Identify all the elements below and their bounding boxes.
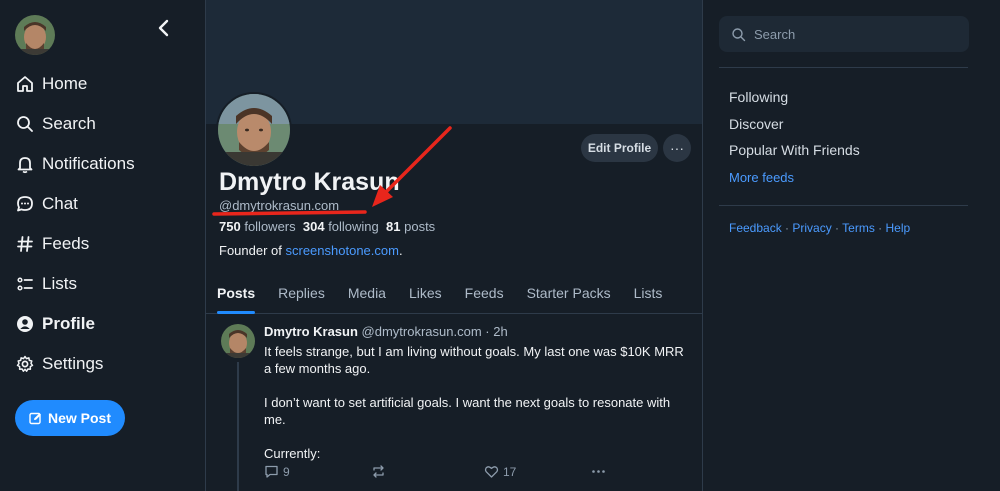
user-circle-icon — [17, 316, 33, 332]
profile-more-button[interactable]: ··· — [663, 134, 691, 162]
reply-button[interactable]: 9 — [264, 464, 290, 479]
new-post-label: New Post — [47, 410, 111, 426]
repost-icon — [373, 465, 384, 478]
thread-line — [237, 362, 239, 491]
more-dots-icon — [592, 470, 605, 473]
user-avatar[interactable] — [15, 15, 55, 55]
feed-link-popular-with-friends[interactable]: Popular With Friends — [729, 142, 860, 158]
help-link[interactable]: Help — [886, 221, 911, 235]
search-input[interactable]: Search — [719, 16, 969, 52]
nav-home-label: Home — [42, 74, 88, 93]
nav-chat[interactable]: Chat — [15, 184, 135, 224]
chat-icon — [17, 196, 33, 212]
profile-tabs: Posts Replies Media Likes Feeds Starter … — [206, 274, 702, 314]
nav-search[interactable]: Search — [15, 104, 135, 144]
chevron-left-icon — [158, 19, 169, 37]
bell-icon — [17, 157, 33, 174]
reply-count: 9 — [283, 464, 290, 479]
tab-posts[interactable]: Posts — [217, 274, 256, 314]
profile-column: Edit Profile ··· Dmytro Krasun @dmytrokr… — [205, 0, 703, 491]
posts-label: posts — [404, 219, 436, 234]
repost-button[interactable] — [371, 464, 390, 479]
nav-settings[interactable]: Settings — [15, 344, 135, 384]
reply-icon — [265, 465, 278, 478]
post-more-button[interactable] — [591, 464, 610, 479]
more-dots-icon: ··· — [670, 140, 684, 156]
right-sidebar: Search Following Discover Popular With F… — [703, 0, 1000, 491]
heart-icon — [484, 466, 499, 478]
feed-link-discover[interactable]: Discover — [729, 116, 783, 132]
new-post-button[interactable]: New Post — [15, 400, 125, 436]
main-nav: Home Search Notifications Chat Feeds Lis… — [15, 64, 135, 384]
post-paragraph: Currently: — [264, 446, 321, 461]
terms-link[interactable]: Terms — [842, 221, 875, 235]
hash-icon — [17, 236, 33, 252]
nav-profile-label: Profile — [42, 314, 95, 333]
post-paragraph: It feels strange, but I am living withou… — [264, 344, 684, 376]
post-body[interactable]: It feels strange, but I am living withou… — [264, 343, 694, 479]
more-feeds-link[interactable]: More feeds — [729, 170, 794, 185]
tab-lists[interactable]: Lists — [634, 274, 663, 314]
left-sidebar: Home Search Notifications Chat Feeds Lis… — [0, 0, 205, 491]
nav-lists-label: Lists — [42, 274, 77, 293]
post-paragraph: I don’t want to set artificial goals. I … — [264, 395, 671, 427]
post-actions: 9 17 — [264, 464, 605, 482]
tab-media[interactable]: Media — [348, 274, 386, 314]
following-count: 304 — [302, 219, 325, 234]
tab-feeds[interactable]: Feeds — [465, 274, 504, 314]
profile-display-name: Dmytro Krasun — [219, 168, 400, 196]
collapse-sidebar-button[interactable] — [154, 16, 174, 40]
nav-chat-label: Chat — [42, 194, 78, 213]
bio-prefix: Founder of — [219, 243, 286, 258]
following-link[interactable]: 304 following — [303, 219, 379, 234]
nav-settings-label: Settings — [42, 354, 104, 373]
footer-separator: · — [781, 221, 793, 235]
footer-separator: · — [874, 221, 886, 235]
nav-search-label: Search — [42, 114, 96, 133]
nav-lists[interactable]: Lists — [15, 264, 135, 304]
bio-link[interactable]: screenshotone.com — [286, 243, 399, 258]
profile-bio: Founder of screenshotone.com. — [219, 243, 403, 258]
nav-notifications[interactable]: Notifications — [15, 144, 135, 184]
feedback-link[interactable]: Feedback — [729, 221, 782, 235]
footer-separator: · — [831, 221, 843, 235]
profile-avatar[interactable] — [216, 92, 292, 168]
tab-replies[interactable]: Replies — [278, 274, 325, 314]
tab-starter-packs[interactable]: Starter Packs — [527, 274, 611, 314]
nav-profile[interactable]: Profile — [15, 304, 135, 344]
privacy-link[interactable]: Privacy — [792, 221, 831, 235]
profile-handle: @dmytrokrasun.com — [219, 198, 340, 213]
followers-label: followers — [244, 219, 296, 234]
post-author-name[interactable]: Dmytro Krasun — [264, 324, 358, 339]
post-author-avatar[interactable] — [221, 324, 255, 358]
search-placeholder: Search — [754, 26, 796, 42]
list-icon — [17, 277, 33, 291]
edit-profile-button[interactable]: Edit Profile — [581, 134, 658, 162]
footer-links: Feedback · Privacy · Terms · Help — [729, 221, 910, 235]
divider — [719, 205, 968, 206]
following-label: following — [328, 219, 379, 234]
like-count: 17 — [503, 464, 517, 479]
post-header: Dmytro Krasun @dmytrokrasun.com · 2h — [264, 324, 508, 339]
search-icon — [17, 116, 33, 132]
post-handle-time: @dmytrokrasun.com · 2h — [361, 324, 508, 339]
followers-count: 750 — [219, 219, 241, 234]
nav-notifications-label: Notifications — [42, 154, 135, 173]
search-icon — [732, 27, 746, 41]
profile-stats: 750 followers 304 following 81 posts — [219, 219, 435, 234]
feed-link-following[interactable]: Following — [729, 89, 788, 105]
edit-profile-label: Edit Profile — [587, 141, 652, 155]
followers-link[interactable]: 750 followers — [219, 219, 296, 234]
bio-suffix: . — [398, 243, 403, 258]
like-button[interactable]: 17 — [484, 464, 516, 479]
nav-home[interactable]: Home — [15, 64, 135, 104]
tab-likes[interactable]: Likes — [409, 274, 442, 314]
divider — [719, 67, 968, 68]
compose-icon — [29, 412, 41, 424]
home-icon — [17, 76, 33, 92]
nav-feeds-label: Feeds — [42, 234, 90, 253]
gear-icon — [16, 355, 34, 372]
nav-feeds[interactable]: Feeds — [15, 224, 135, 264]
posts-count: 81 — [386, 219, 401, 234]
